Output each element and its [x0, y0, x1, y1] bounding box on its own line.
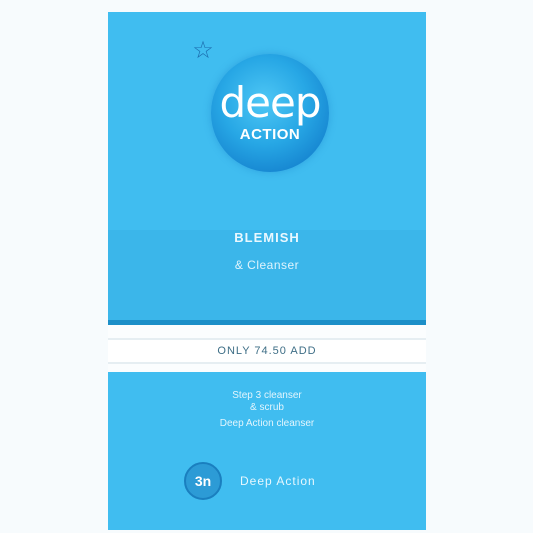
bottom-panel: Step 3 cleanser & scrub Deep Action clea… [108, 372, 426, 530]
cta-label: Deep Action [240, 474, 316, 488]
cta-button[interactable]: 3n Deep Action [184, 462, 364, 502]
top-panel: ☆ deep ACTION BLEMISH & Cleanser [108, 12, 426, 325]
price-text: ONLY 74.50 ADD [217, 345, 317, 357]
brand-logo: deep ACTION [211, 54, 329, 172]
panel-divider [108, 320, 426, 325]
product-card[interactable]: ☆ deep ACTION BLEMISH & Cleanser ONLY 74… [108, 12, 426, 530]
play-icon: 3n [184, 462, 222, 500]
logo-word: deep [219, 78, 322, 127]
description-line3: Deep Action cleanser [219, 418, 315, 429]
description-line1: Step 3 cleanser [232, 390, 302, 401]
logo-subtitle: ACTION [239, 126, 301, 143]
star-icon[interactable]: ☆ [190, 38, 216, 64]
price-bar[interactable]: ONLY 74.50 ADD [108, 338, 426, 364]
product-title-line1: BLEMISH [234, 230, 300, 245]
description-line2: & scrub [250, 402, 284, 413]
product-title-line2: & Cleanser [234, 258, 300, 272]
